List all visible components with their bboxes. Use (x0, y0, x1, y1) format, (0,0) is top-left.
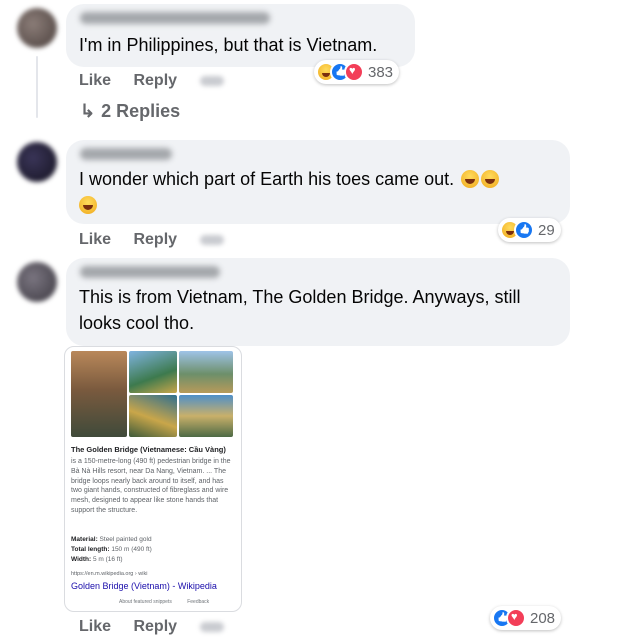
comment-actions: Like Reply (79, 231, 224, 249)
author-name-blurred[interactable] (80, 148, 172, 160)
author-name-blurred[interactable] (80, 12, 270, 24)
reaction-summary[interactable]: 208 (490, 606, 562, 630)
timestamp-blurred[interactable] (199, 234, 224, 245)
image-collage (71, 351, 233, 437)
snippet-footer: About featured snippets Feedback (119, 599, 223, 605)
timestamp-blurred[interactable] (199, 75, 224, 86)
comment-text: I'm in Philippines, but that is Vietnam. (79, 35, 378, 55)
comment-actions: Like Reply (79, 618, 224, 636)
laughing-emoji-icon (461, 170, 480, 188)
avatar[interactable] (17, 8, 57, 48)
like-button[interactable]: Like (79, 72, 111, 89)
bridge-photo (179, 351, 233, 393)
source-link: Golden Bridge (Vietnam) - Wikipedia (71, 581, 217, 591)
reply-button[interactable]: Reply (133, 231, 177, 248)
reaction-summary[interactable]: 29 (498, 218, 561, 242)
comment-bubble: This is from Vietnam, The Golden Bridge.… (66, 258, 570, 346)
view-replies-button[interactable]: ↳ 2 Replies (80, 101, 180, 122)
reply-arrow-icon: ↳ (80, 101, 96, 121)
fact-row: Material: Steel painted gold (71, 536, 152, 543)
snippet-facts: Material: Steel painted gold Total lengt… (71, 535, 233, 565)
snippet-description: is a 150-metre-long (490 ft) pedestrian … (71, 458, 231, 514)
snippet-title: The Golden Bridge (Vietnamese: Cầu Vàng) (71, 445, 226, 454)
bridge-photo (129, 351, 177, 393)
comment-text-block: I wonder which part of Earth his toes ca… (79, 166, 549, 218)
comment-bubble: I wonder which part of Earth his toes ca… (66, 140, 570, 224)
reply-button[interactable]: Reply (133, 618, 177, 635)
comment-text: I wonder which part of Earth his toes ca… (79, 169, 455, 189)
avatar[interactable] (17, 142, 57, 182)
like-button[interactable]: Like (79, 618, 111, 635)
fact-row: Total length: 150 m (490 ft) (71, 546, 152, 553)
source-url: https://en.m.wikipedia.org › wiki (71, 571, 148, 577)
comment-bubble: I'm in Philippines, but that is Vietnam. (66, 4, 415, 67)
thread-line (36, 56, 38, 118)
comment-actions: Like Reply (79, 72, 224, 90)
love-reaction-icon (344, 62, 364, 82)
timestamp-blurred[interactable] (199, 621, 224, 632)
like-reaction-icon (514, 220, 534, 240)
reply-button[interactable]: Reply (133, 72, 177, 89)
author-name-blurred[interactable] (80, 266, 220, 278)
bridge-photo (129, 395, 177, 437)
feedback-link: Feedback (187, 599, 210, 605)
reaction-count: 208 (530, 609, 556, 627)
bridge-photo (179, 395, 233, 437)
reaction-count: 29 (538, 221, 555, 239)
avatar[interactable] (17, 262, 57, 302)
fact-row: Width: 5 m (16 ft) (71, 556, 123, 563)
about-snippets-link: About featured snippets (119, 599, 172, 605)
comment-text: This is from Vietnam, The Golden Bridge.… (79, 287, 521, 333)
reaction-count: 383 (368, 63, 394, 81)
laughing-emoji-icon (481, 170, 500, 188)
like-button[interactable]: Like (79, 231, 111, 248)
laughing-emoji-icon (79, 196, 97, 214)
love-reaction-icon (506, 608, 526, 628)
replies-label: 2 Replies (101, 101, 181, 121)
bridge-photo (71, 351, 127, 437)
attached-screenshot[interactable]: The Golden Bridge (Vietnamese: Cầu Vàng)… (64, 346, 242, 612)
reaction-summary[interactable]: 383 (314, 60, 400, 84)
